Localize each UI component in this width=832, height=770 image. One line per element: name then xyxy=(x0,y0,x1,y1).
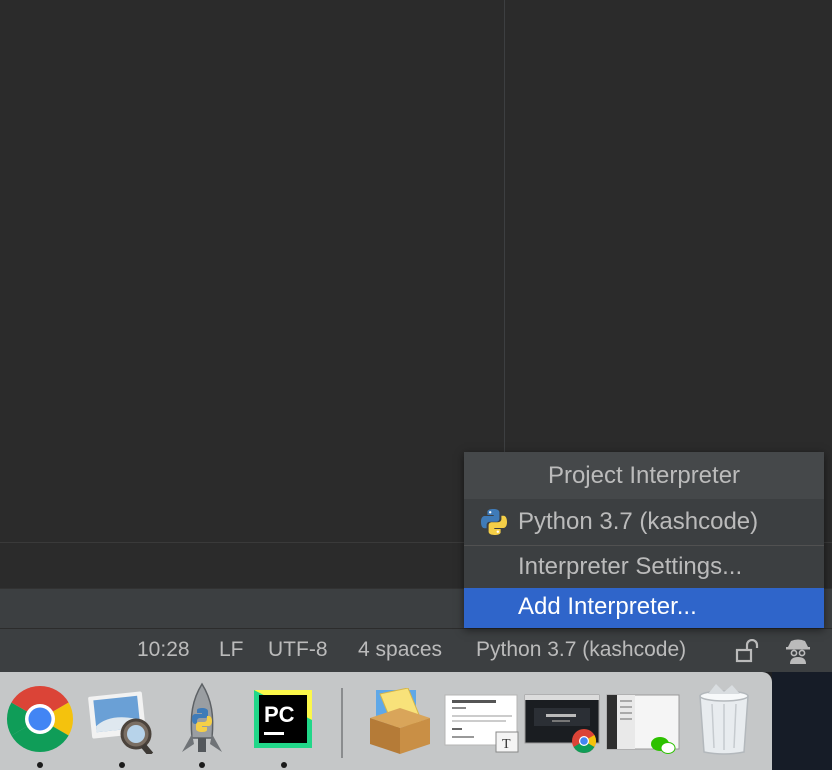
document-thumbnail[interactable]: T xyxy=(444,694,520,754)
svg-text:T: T xyxy=(502,737,511,752)
interpreter-option-label: Python 3.7 (kashcode) xyxy=(518,508,759,535)
interpreter-widget[interactable]: Python 3.7 (kashcode) xyxy=(476,638,686,662)
running-indicator xyxy=(119,762,125,768)
interpreter-settings-item[interactable]: Interpreter Settings... xyxy=(464,546,824,588)
downloads-stack-icon[interactable] xyxy=(366,688,434,756)
indent-setting[interactable]: 4 spaces xyxy=(358,638,442,662)
dock-divider xyxy=(341,688,343,758)
hector-icon[interactable] xyxy=(785,637,811,665)
pycharm-icon[interactable]: PC xyxy=(254,690,312,748)
chrome-window-thumbnail[interactable] xyxy=(524,694,602,754)
chrome-icon[interactable] xyxy=(6,685,74,753)
interpreter-option[interactable]: Python 3.7 (kashcode) xyxy=(464,499,824,545)
running-indicator xyxy=(199,762,205,768)
wechat-window-thumbnail[interactable] xyxy=(606,694,682,754)
running-indicator xyxy=(281,762,287,768)
file-encoding[interactable]: UTF-8 xyxy=(268,638,328,662)
running-indicator xyxy=(37,762,43,768)
pycharm-letters: PC xyxy=(264,702,295,727)
add-interpreter-item[interactable]: Add Interpreter... xyxy=(464,588,824,628)
interpreter-settings-label: Interpreter Settings... xyxy=(518,553,743,580)
interpreter-popup: Project Interpreter Python 3.7 (kashcode… xyxy=(464,452,824,628)
add-interpreter-label: Add Interpreter... xyxy=(518,593,697,620)
line-separator[interactable]: LF xyxy=(219,638,244,662)
desktop-background xyxy=(772,672,832,770)
python-icon xyxy=(481,509,507,535)
preview-icon[interactable] xyxy=(86,688,158,754)
unlock-icon[interactable] xyxy=(735,639,759,663)
caret-position[interactable]: 10:28 xyxy=(137,638,190,662)
status-bar: 10:28 LF UTF-8 4 spaces Python 3.7 (kash… xyxy=(0,628,832,672)
right-margin-guide xyxy=(504,0,505,452)
python-launcher-icon[interactable] xyxy=(180,682,224,758)
trash-icon[interactable] xyxy=(694,682,754,756)
popup-title: Project Interpreter xyxy=(464,452,824,499)
